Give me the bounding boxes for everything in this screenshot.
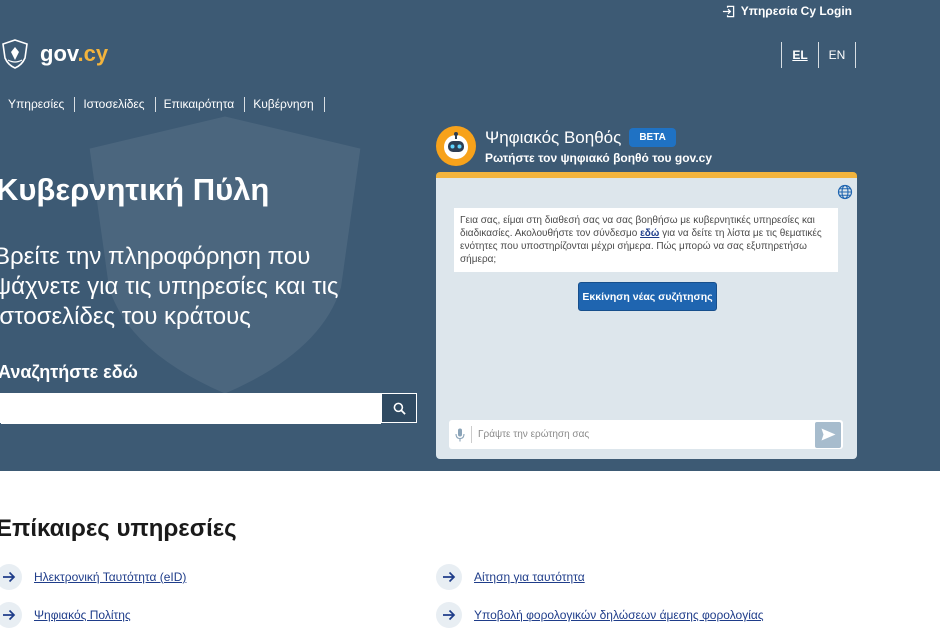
service-link-id-application[interactable]: Αίτηση για ταυτότητα — [436, 564, 585, 590]
chatbot-subtitle: Ρωτήστε τον ψηφιακό βοηθό του gov.cy — [485, 150, 712, 165]
nav-item-government[interactable]: Κυβέρνηση — [245, 97, 325, 112]
chat-input[interactable]: Γράψτε την ερώτηση σας — [478, 429, 815, 440]
service-label[interactable]: Ψηφιακός Πολίτης — [34, 608, 131, 622]
cy-login-label: Υπηρεσία Cy Login — [740, 4, 852, 18]
nav-item-websites[interactable]: Ιστοσελίδες — [75, 97, 156, 112]
chat-panel: Γεια σας, είμαι στη διαθεσή σας να σας β… — [436, 172, 857, 459]
service-link-digital-citizen[interactable]: Ψηφιακός Πολίτης — [0, 602, 131, 628]
cy-login-link[interactable]: Υπηρεσία Cy Login — [722, 4, 852, 18]
arrow-right-icon — [436, 564, 462, 590]
beta-badge: BETA — [629, 128, 676, 147]
service-label[interactable]: Υποβολή φορολογικών δηλώσεων άμεσης φορο… — [474, 608, 764, 622]
search-button[interactable] — [381, 394, 416, 422]
nav-item-news[interactable]: Επικαιρότητα — [156, 97, 246, 112]
service-link-eid[interactable]: Ηλεκτρονική Ταυτότητα (eID) — [0, 564, 186, 590]
service-link-tax-returns[interactable]: Υποβολή φορολογικών δηλώσεων άμεσης φορο… — [436, 602, 764, 628]
send-icon — [821, 428, 835, 441]
microphone-button[interactable] — [449, 428, 471, 442]
cyprus-emblem-icon — [2, 39, 28, 69]
language-switcher: EL EN — [781, 42, 856, 68]
new-chat-button[interactable]: Εκκίνηση νέας συζήτησης — [578, 282, 717, 311]
nav-item-services[interactable]: Υπηρεσίες — [0, 97, 76, 112]
chat-input-bar: Γράψτε την ερώτηση σας — [449, 420, 843, 449]
arrow-right-icon — [0, 564, 22, 590]
service-label[interactable]: Ηλεκτρονική Ταυτότητα (eID) — [34, 570, 186, 584]
lang-en[interactable]: EN — [819, 42, 856, 68]
login-icon — [722, 5, 735, 17]
arrow-right-icon — [436, 602, 462, 628]
services-list-link[interactable]: εδώ — [640, 228, 659, 239]
chatbot-header: Ψηφιακός Βοηθός BETA Ρωτήστε τον ψηφιακό… — [436, 126, 712, 166]
logo-name: gov — [40, 41, 78, 66]
main-nav: Υπηρεσίες Ιστοσελίδες Επικαιρότητα Κυβέρ… — [0, 97, 325, 112]
logo-tld: cy — [83, 41, 109, 66]
send-button[interactable] — [815, 421, 841, 448]
robot-avatar-icon — [436, 126, 476, 166]
hero-subtitle: Βρείτε την πληροφόρηση που ψάχνετε για τ… — [0, 243, 339, 330]
page-title: Κυβερνητική Πύλη — [0, 172, 270, 207]
search-box — [0, 393, 417, 424]
section-title: Επίκαιρες υπηρεσίες — [0, 515, 237, 542]
chatbot-title: Ψηφιακός Βοηθός — [485, 127, 622, 147]
input-divider — [471, 426, 472, 443]
search-label: Αναζητήστε εδώ — [0, 362, 138, 382]
hero-section: Υπηρεσία Cy Login gov.cy EL EN Υπηρεσίες… — [0, 0, 940, 471]
arrow-right-icon — [0, 602, 22, 628]
search-icon — [393, 402, 406, 415]
bot-message: Γεια σας, είμαι στη διαθεσή σας να σας β… — [454, 208, 838, 272]
gov-cy-logo[interactable]: gov.cy — [0, 38, 108, 70]
service-label[interactable]: Αίτηση για ταυτότητα — [474, 570, 585, 584]
microphone-icon — [455, 428, 465, 441]
search-input[interactable] — [1, 394, 381, 424]
globe-icon[interactable] — [837, 184, 853, 200]
lang-el[interactable]: EL — [782, 42, 819, 68]
